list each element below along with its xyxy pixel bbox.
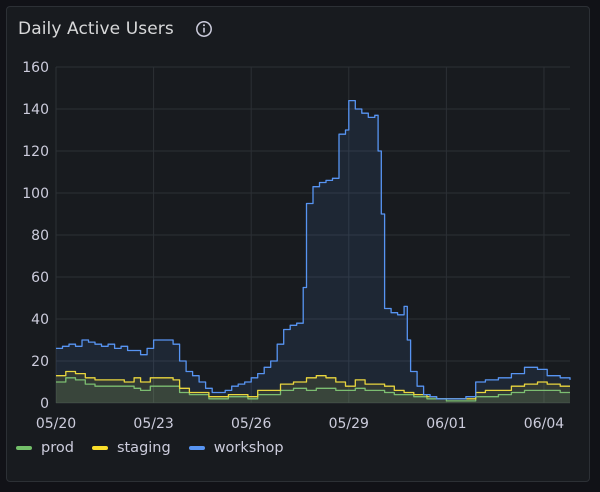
legend-label: prod [41, 440, 74, 456]
legend-swatch-prod [16, 446, 32, 450]
legend-item-prod[interactable]: prod [16, 440, 74, 456]
legend-label: staging [116, 440, 171, 456]
legend-item-staging[interactable]: staging [91, 440, 171, 456]
panel-header: Daily Active Users [18, 18, 213, 40]
panel-title[interactable]: Daily Active Users [18, 19, 174, 39]
legend-swatch-workshop [188, 446, 205, 450]
legend-item-workshop[interactable]: workshop [188, 440, 284, 456]
legend-label: workshop [213, 440, 284, 456]
chart-panel: Daily Active Users [6, 6, 590, 482]
info-circle-icon[interactable] [195, 20, 213, 38]
legend: prod staging workshop [16, 440, 302, 456]
legend-swatch-staging [91, 446, 108, 450]
